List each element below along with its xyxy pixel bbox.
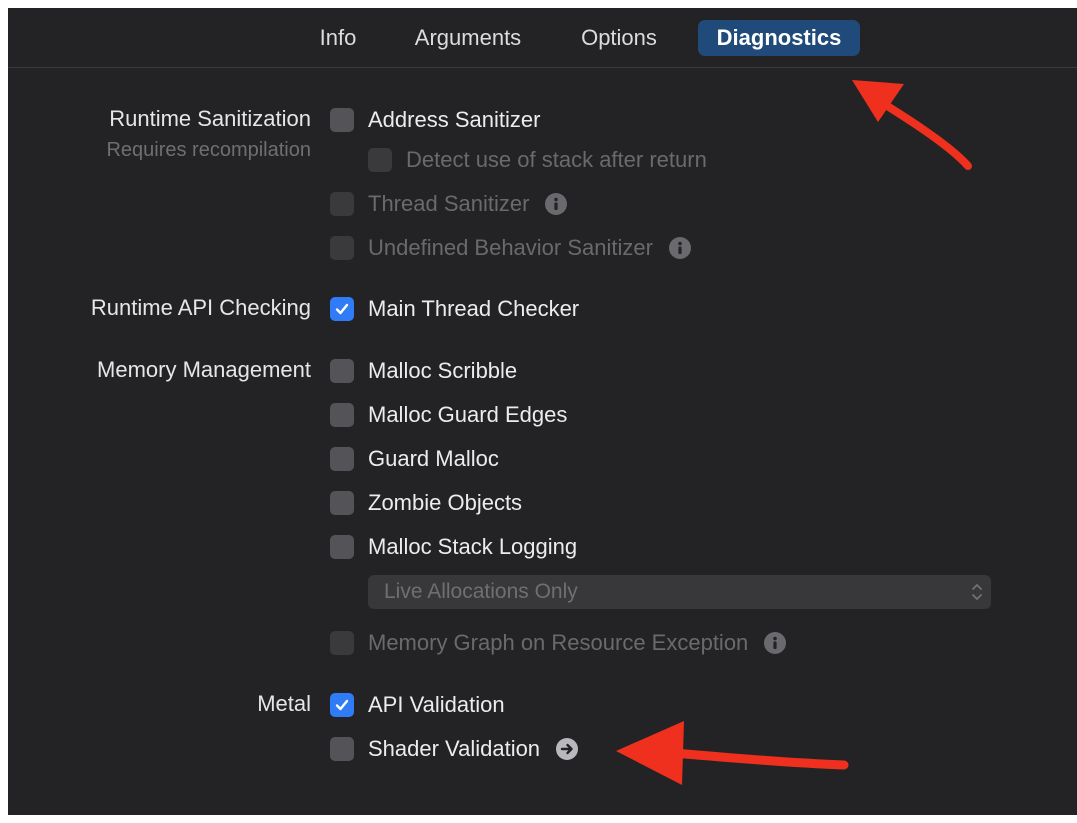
tab-diagnostics[interactable]: Diagnostics xyxy=(698,20,860,56)
guard-malloc-checkbox[interactable] xyxy=(330,447,354,471)
metal-label: Metal xyxy=(257,691,311,716)
thread-sanitizer-label: Thread Sanitizer xyxy=(368,191,530,216)
main-thread-checker-option[interactable]: Main Thread Checker xyxy=(330,295,579,323)
guard-malloc-option[interactable]: Guard Malloc xyxy=(330,445,499,473)
zombie-objects-option[interactable]: Zombie Objects xyxy=(330,489,522,517)
malloc-stack-logging-option[interactable]: Malloc Stack Logging xyxy=(330,533,577,561)
address-sanitizer-option[interactable]: Address Sanitizer xyxy=(330,106,540,134)
checkmark-icon xyxy=(335,699,349,711)
malloc-guard-edges-option[interactable]: Malloc Guard Edges xyxy=(330,401,567,429)
address-sanitizer-label: Address Sanitizer xyxy=(368,107,541,132)
detect-stack-after-return-label: Detect use of stack after return xyxy=(406,147,707,172)
main-thread-checker-checkbox[interactable] xyxy=(330,297,354,321)
annotation-arrow-shader-icon xyxy=(616,721,849,785)
arrow-circle-icon[interactable] xyxy=(556,738,579,760)
tab-options[interactable]: Options xyxy=(564,20,674,56)
up-down-chevron-icon xyxy=(972,584,982,600)
info-icon[interactable] xyxy=(545,193,568,215)
zombie-objects-label: Zombie Objects xyxy=(368,490,523,515)
memory-graph-resource-exception-checkbox[interactable] xyxy=(330,631,354,655)
tab-info[interactable]: Info xyxy=(304,20,372,56)
malloc-scribble-checkbox[interactable] xyxy=(330,359,354,383)
memory-graph-resource-exception-option[interactable]: Memory Graph on Resource Exception xyxy=(330,629,787,657)
logging-mode-value: Live Allocations Only xyxy=(384,580,578,603)
malloc-stack-logging-label: Malloc Stack Logging xyxy=(368,534,578,559)
tab-arguments[interactable]: Arguments xyxy=(394,20,542,56)
thread-sanitizer-checkbox[interactable] xyxy=(330,192,354,216)
tab-bar: Info Arguments Options Diagnostics xyxy=(8,8,1077,68)
undefined-behavior-sanitizer-option[interactable]: Undefined Behavior Sanitizer xyxy=(330,234,691,262)
malloc-scribble-option[interactable]: Malloc Scribble xyxy=(330,357,517,385)
memory-graph-resource-exception-label: Memory Graph on Resource Exception xyxy=(368,630,749,655)
undefined-behavior-sanitizer-label: Undefined Behavior Sanitizer xyxy=(368,235,653,260)
api-validation-label: API Validation xyxy=(368,692,505,717)
detect-stack-after-return-option[interactable]: Detect use of stack after return xyxy=(368,146,707,174)
malloc-guard-edges-checkbox[interactable] xyxy=(330,403,354,427)
shader-validation-checkbox[interactable] xyxy=(330,737,354,761)
malloc-stack-logging-checkbox[interactable] xyxy=(330,535,354,559)
api-validation-checkbox[interactable] xyxy=(330,693,354,717)
malloc-guard-edges-label: Malloc Guard Edges xyxy=(368,402,568,427)
malloc-scribble-label: Malloc Scribble xyxy=(368,358,518,383)
address-sanitizer-checkbox[interactable] xyxy=(330,108,354,132)
detect-stack-after-return-checkbox[interactable] xyxy=(368,148,392,172)
memory-management-label: Memory Management xyxy=(97,357,311,382)
undefined-behavior-sanitizer-checkbox[interactable] xyxy=(330,236,354,260)
info-icon[interactable] xyxy=(668,237,691,259)
shader-validation-label: Shader Validation xyxy=(368,736,541,761)
requires-recompilation-note: Requires recompilation xyxy=(106,139,311,161)
runtime-sanitization-label: Runtime Sanitization xyxy=(109,106,311,131)
scheme-diagnostics-panel: Info Arguments Options Diagnostics Runti… xyxy=(8,8,1077,815)
zombie-objects-checkbox[interactable] xyxy=(330,491,354,515)
info-icon[interactable] xyxy=(764,632,787,654)
runtime-api-checking-label: Runtime API Checking xyxy=(90,295,311,320)
annotation-arrow-tab-icon xyxy=(852,80,972,170)
checkmark-icon xyxy=(335,303,349,315)
shader-validation-option[interactable]: Shader Validation xyxy=(330,735,579,763)
guard-malloc-label: Guard Malloc xyxy=(368,446,499,471)
api-validation-option[interactable]: API Validation xyxy=(330,691,505,719)
thread-sanitizer-option[interactable]: Thread Sanitizer xyxy=(330,190,568,218)
logging-mode-popup[interactable]: Live Allocations Only xyxy=(368,575,991,609)
main-thread-checker-label: Main Thread Checker xyxy=(368,296,580,321)
